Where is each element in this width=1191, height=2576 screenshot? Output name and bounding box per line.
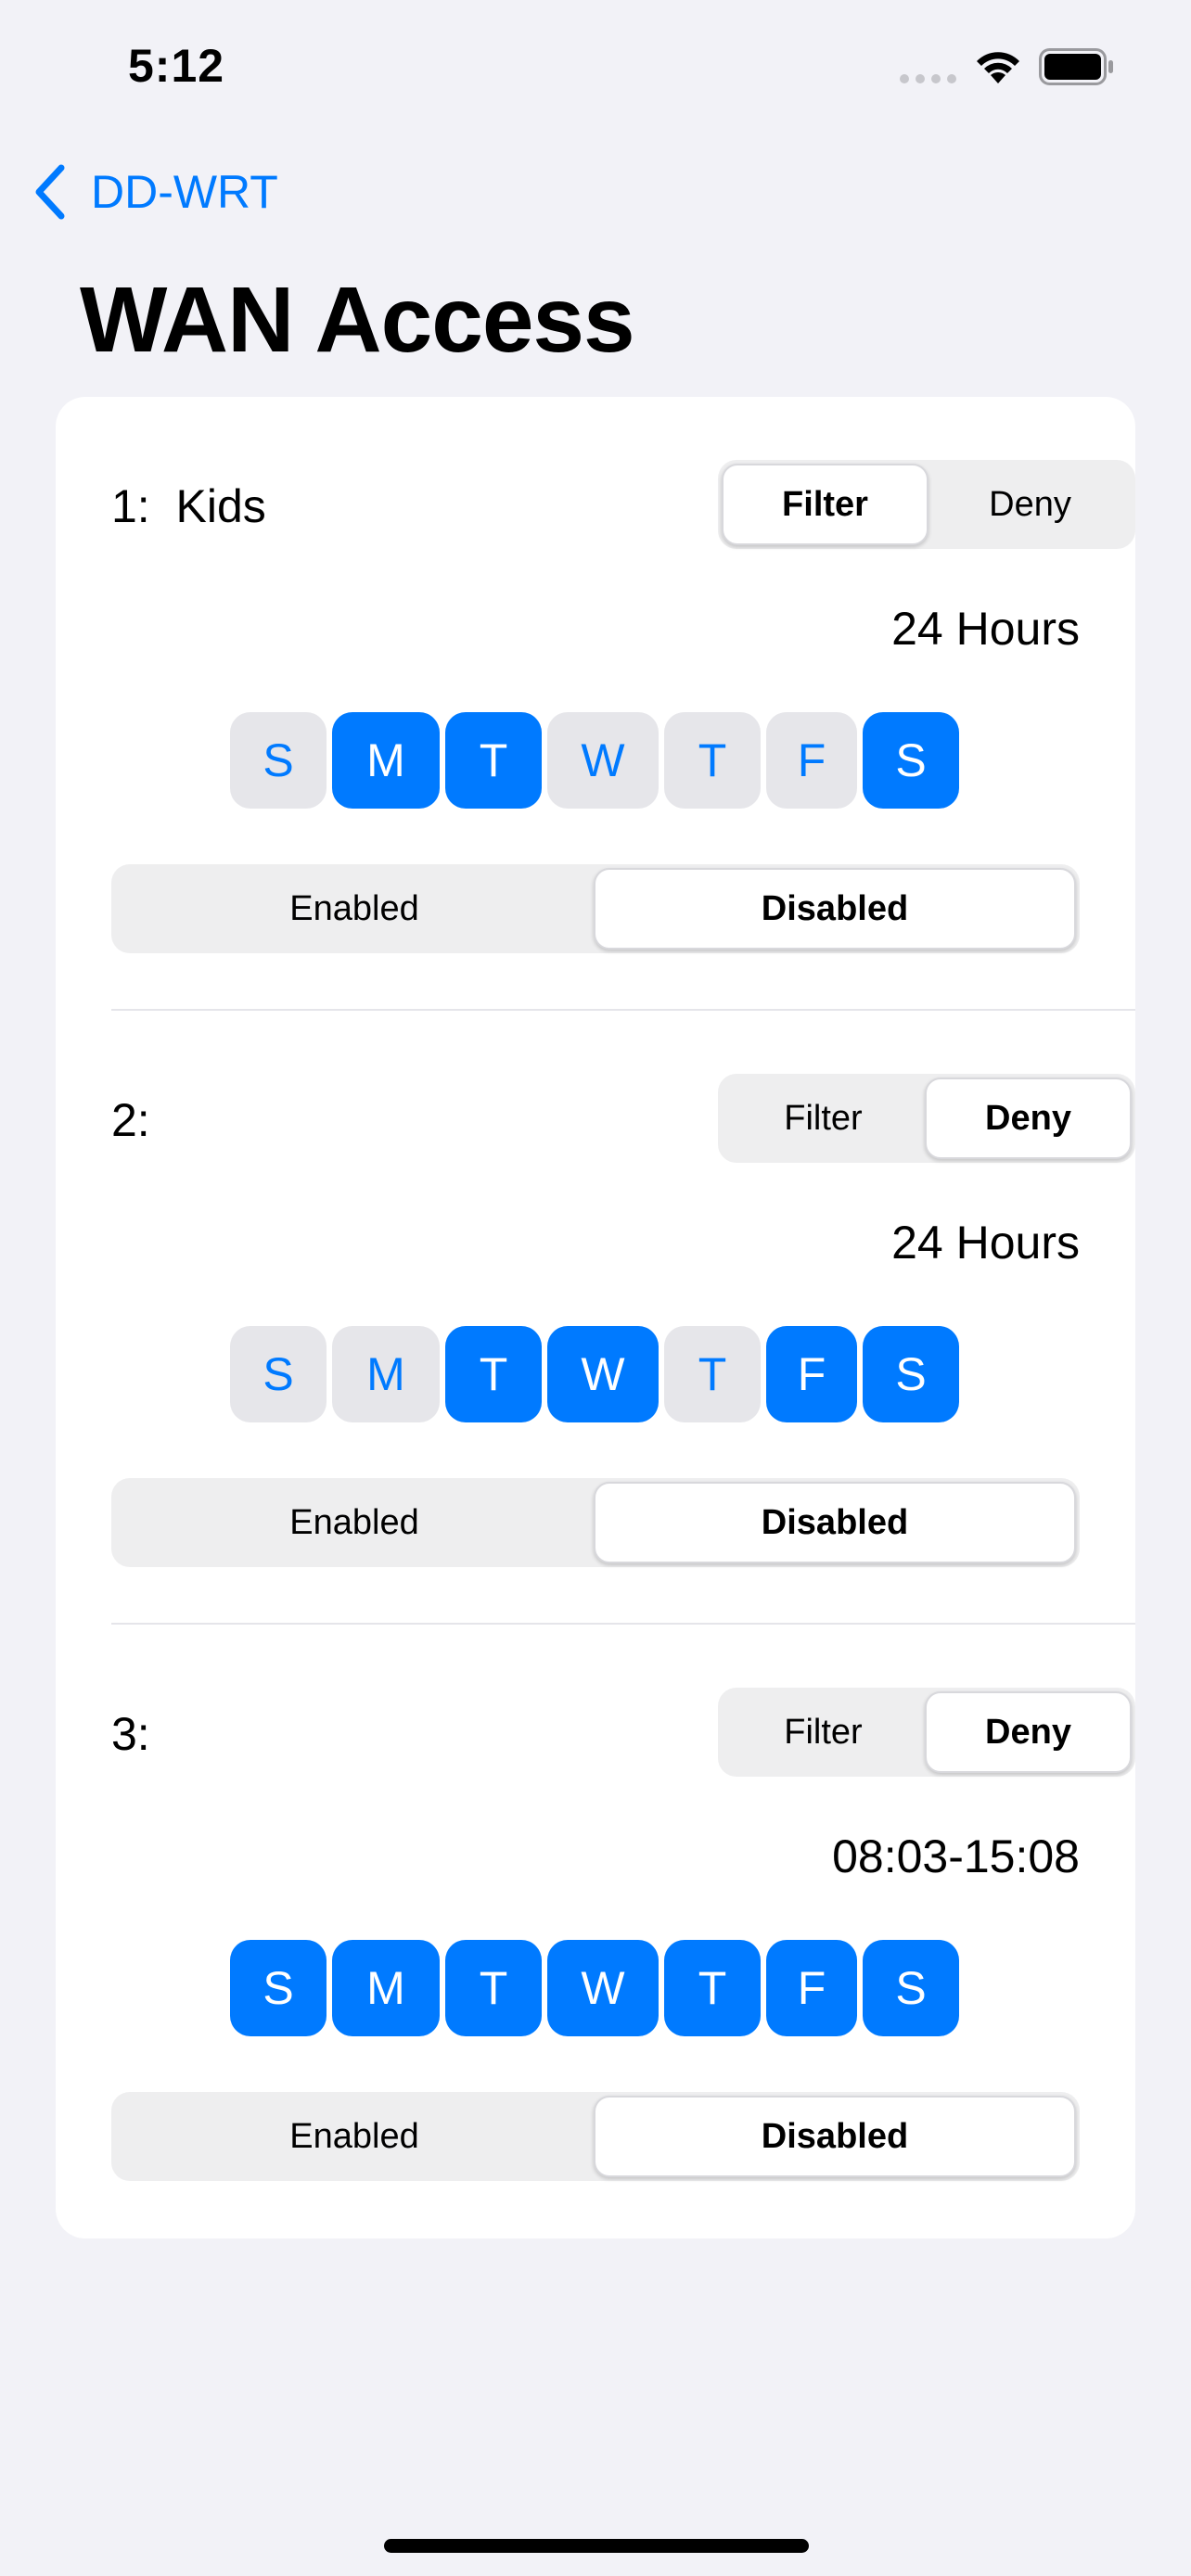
rule-2: 2: Filter Deny 24 Hours S M T W T F S Enabled Disabl… [56,1011,1135,1625]
day-toggle[interactable]: W [547,712,659,809]
state-option-disabled[interactable]: Disabled [594,1482,1076,1563]
battery-icon [1039,48,1113,85]
day-toggle[interactable]: F [766,1940,857,2036]
state-option-enabled[interactable]: Enabled [115,868,594,950]
day-toggle[interactable]: S [230,1940,327,2036]
mode-option-filter[interactable]: Filter [722,1078,925,1159]
cellular-signal-icon [900,74,956,83]
wifi-icon [977,52,1019,83]
state-option-enabled[interactable]: Enabled [115,1482,594,1563]
mode-segmented-control: Filter Deny [718,1688,1135,1777]
rule-1: 1: Kids Filter Deny 24 Hours S M T W T F S Enabled D… [56,397,1135,1011]
state-segmented-control: Enabled Disabled [111,1478,1080,1567]
mode-option-filter[interactable]: Filter [722,1691,925,1773]
mode-segmented-control: Filter Deny [718,1074,1135,1163]
time-window-label[interactable]: 24 Hours [891,1215,1080,1270]
home-indicator [384,2539,809,2553]
day-toggle[interactable]: S [863,712,959,809]
day-toggle[interactable]: M [332,1940,440,2036]
rule-3: 3: Filter Deny 08:03-15:08 S M T W T F S Enabled Dis… [56,1625,1135,2238]
day-toggle[interactable]: W [547,1326,659,1422]
rule-label: 3: [111,1708,150,1760]
day-toggle[interactable]: T [664,712,761,809]
day-toggle[interactable]: M [332,1326,440,1422]
day-toggle[interactable]: W [547,1940,659,2036]
mode-option-deny[interactable]: Deny [925,1078,1132,1159]
mode-option-deny[interactable]: Deny [925,1691,1132,1773]
status-bar: 5:12 [0,0,1191,130]
chevron-left-icon [35,164,65,220]
day-toggle[interactable]: T [664,1326,761,1422]
rules-card: 1: Kids Filter Deny 24 Hours S M T W T F S Enabled D… [56,397,1135,2238]
day-toggle[interactable]: T [445,1940,542,2036]
day-toggle[interactable]: S [230,1326,327,1422]
status-time: 5:12 [128,40,225,92]
rule-label: 2: [111,1094,150,1146]
state-option-disabled[interactable]: Disabled [594,868,1076,950]
state-option-enabled[interactable]: Enabled [115,2096,594,2177]
mode-segmented-control: Filter Deny [718,460,1135,549]
page-title: WAN Access [80,268,635,372]
day-toggle[interactable]: T [445,1326,542,1422]
day-toggle[interactable]: F [766,1326,857,1422]
day-toggle[interactable]: S [230,712,327,809]
day-toggle[interactable]: M [332,712,440,809]
state-segmented-control: Enabled Disabled [111,864,1080,953]
time-window-label[interactable]: 24 Hours [891,601,1080,657]
day-toggle[interactable]: T [664,1940,761,2036]
day-toggle[interactable]: S [863,1326,959,1422]
back-button-label: DD-WRT [91,166,278,218]
time-window-label[interactable]: 08:03-15:08 [832,1829,1080,1884]
mode-option-filter[interactable]: Filter [722,464,928,545]
state-option-disabled[interactable]: Disabled [594,2096,1076,2177]
mode-option-deny[interactable]: Deny [928,464,1132,545]
day-toggle[interactable]: F [766,712,857,809]
rule-label: 1: Kids [111,480,266,532]
day-toggle[interactable]: S [863,1940,959,2036]
day-toggle[interactable]: T [445,712,542,809]
back-button[interactable]: DD-WRT [32,159,278,224]
state-segmented-control: Enabled Disabled [111,2092,1080,2181]
